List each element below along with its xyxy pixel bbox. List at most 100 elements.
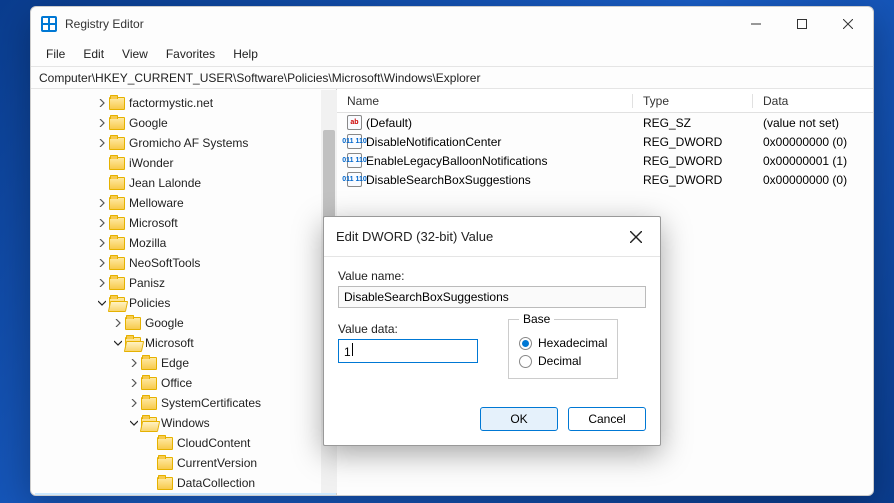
tree-label: CloudContent	[177, 436, 250, 450]
tree-item[interactable]: CurrentVersion	[35, 453, 336, 473]
address-bar[interactable]: Computer\HKEY_CURRENT_USER\Software\Poli…	[31, 67, 873, 89]
app-icon	[41, 16, 57, 32]
tree-item[interactable]: Melloware	[35, 193, 336, 213]
folder-icon	[109, 277, 125, 290]
tree-label: iWonder	[129, 156, 173, 170]
tree-label: Google	[129, 116, 168, 130]
chevron-right-icon[interactable]	[95, 119, 109, 127]
tree-pane[interactable]: factormystic.net Google Gromicho AF System…	[31, 89, 337, 495]
tree-item[interactable]: Jean Lalonde	[35, 173, 336, 193]
minimize-button[interactable]	[733, 9, 779, 39]
tree-item[interactable]: NeoSoftTools	[35, 253, 336, 273]
chevron-right-icon[interactable]	[95, 279, 109, 287]
chevron-down-icon[interactable]	[111, 339, 125, 347]
dialog-title-text: Edit DWORD (32-bit) Value	[336, 229, 624, 244]
folder-icon	[141, 377, 157, 390]
chevron-right-icon[interactable]	[95, 139, 109, 147]
value-data-field[interactable]: 1	[338, 339, 478, 363]
folder-icon	[157, 477, 173, 490]
value-type: REG_SZ	[633, 116, 753, 130]
dword-value-icon: 011 110	[347, 153, 362, 168]
ok-button[interactable]: OK	[480, 407, 558, 431]
value-data: 0x00000000 (0)	[753, 135, 873, 149]
tree-label: Gromicho AF Systems	[129, 136, 248, 150]
radio-hexadecimal[interactable]: Hexadecimal	[519, 336, 607, 350]
tree-label: Microsoft	[129, 216, 178, 230]
tree-item[interactable]: Mozilla	[35, 233, 336, 253]
chevron-right-icon[interactable]	[127, 399, 141, 407]
string-value-icon: ab	[347, 115, 362, 130]
chevron-right-icon[interactable]	[95, 219, 109, 227]
tree-item[interactable]: Edge	[35, 353, 336, 373]
tree-label: Panisz	[129, 276, 165, 290]
menu-view[interactable]: View	[113, 44, 157, 64]
tree-item[interactable]: Gromicho AF Systems	[35, 133, 336, 153]
chevron-right-icon[interactable]	[111, 319, 125, 327]
tree-item[interactable]: factormystic.net	[35, 93, 336, 113]
tree-label: Mozilla	[129, 236, 166, 250]
dialog-titlebar[interactable]: Edit DWORD (32-bit) Value	[324, 217, 660, 257]
tree-item[interactable]: Panisz	[35, 273, 336, 293]
value-name: DisableNotificationCenter	[366, 135, 501, 149]
column-header-type[interactable]: Type	[633, 90, 753, 112]
tree-item[interactable]: Office	[35, 373, 336, 393]
dialog-close-button[interactable]	[624, 225, 648, 249]
menu-edit[interactable]: Edit	[74, 44, 113, 64]
tree-item[interactable]: Microsoft	[35, 333, 336, 353]
close-button[interactable]	[825, 9, 871, 39]
menu-favorites[interactable]: Favorites	[157, 44, 224, 64]
tree-item[interactable]: iWonder	[35, 153, 336, 173]
tree-label: Google	[145, 316, 184, 330]
tree-item[interactable]: Windows	[35, 413, 336, 433]
folder-icon	[109, 197, 125, 210]
menu-help[interactable]: Help	[224, 44, 267, 64]
chevron-right-icon[interactable]	[95, 199, 109, 207]
chevron-down-icon[interactable]	[95, 299, 109, 307]
value-data: 0x00000000 (0)	[753, 173, 873, 187]
value-name: (Default)	[366, 116, 412, 130]
chevron-down-icon[interactable]	[127, 419, 141, 427]
tree-item[interactable]: Microsoft	[35, 213, 336, 233]
radio-hex-icon	[519, 337, 532, 350]
tree-item[interactable]: Google	[35, 313, 336, 333]
tree-label: Edge	[161, 356, 189, 370]
tree-item[interactable]: CloudContent	[35, 433, 336, 453]
tree-label: DataCollection	[177, 476, 255, 490]
column-header-name[interactable]: Name	[337, 90, 633, 112]
chevron-right-icon[interactable]	[127, 359, 141, 367]
folder-icon	[141, 397, 157, 410]
chevron-right-icon[interactable]	[95, 239, 109, 247]
value-name: EnableLegacyBalloonNotifications	[366, 154, 547, 168]
chevron-right-icon[interactable]	[95, 259, 109, 267]
tree-item[interactable]: Explorer	[35, 493, 336, 495]
tree-item[interactable]: Google	[35, 113, 336, 133]
tree-label: CurrentVersion	[177, 456, 257, 470]
chevron-right-icon[interactable]	[95, 99, 109, 107]
tree-label: Microsoft	[145, 336, 194, 350]
tree-item[interactable]: SystemCertificates	[35, 393, 336, 413]
radio-decimal[interactable]: Decimal	[519, 354, 607, 368]
base-label: Base	[519, 312, 554, 326]
value-name-field[interactable]: DisableSearchBoxSuggestions	[338, 286, 646, 308]
folder-icon	[109, 177, 125, 190]
folder-icon	[109, 217, 125, 230]
tree-item[interactable]: DataCollection	[35, 473, 336, 493]
maximize-button[interactable]	[779, 9, 825, 39]
dword-value-icon: 011 110	[347, 134, 362, 149]
cancel-button[interactable]: Cancel	[568, 407, 646, 431]
value-type: REG_DWORD	[633, 154, 753, 168]
list-header: Name Type Data	[337, 89, 873, 113]
list-rows: ab(Default)REG_SZ(value not set)011 110D…	[337, 113, 873, 189]
table-row[interactable]: ab(Default)REG_SZ(value not set)	[337, 113, 873, 132]
value-type: REG_DWORD	[633, 135, 753, 149]
titlebar[interactable]: Registry Editor	[31, 7, 873, 41]
tree-item[interactable]: Policies	[35, 293, 336, 313]
column-header-data[interactable]: Data	[753, 90, 873, 112]
table-row[interactable]: 011 110DisableSearchBoxSuggestionsREG_DW…	[337, 170, 873, 189]
tree-label: Windows	[161, 416, 210, 430]
table-row[interactable]: 011 110 EnableLegacyBalloonNotifications R…	[337, 151, 873, 170]
table-row[interactable]: 011 110 DisableNotificationCenter REG_DWOR…	[337, 132, 873, 151]
chevron-right-icon[interactable]	[127, 379, 141, 387]
folder-icon	[109, 117, 125, 130]
menu-file[interactable]: File	[37, 44, 74, 64]
